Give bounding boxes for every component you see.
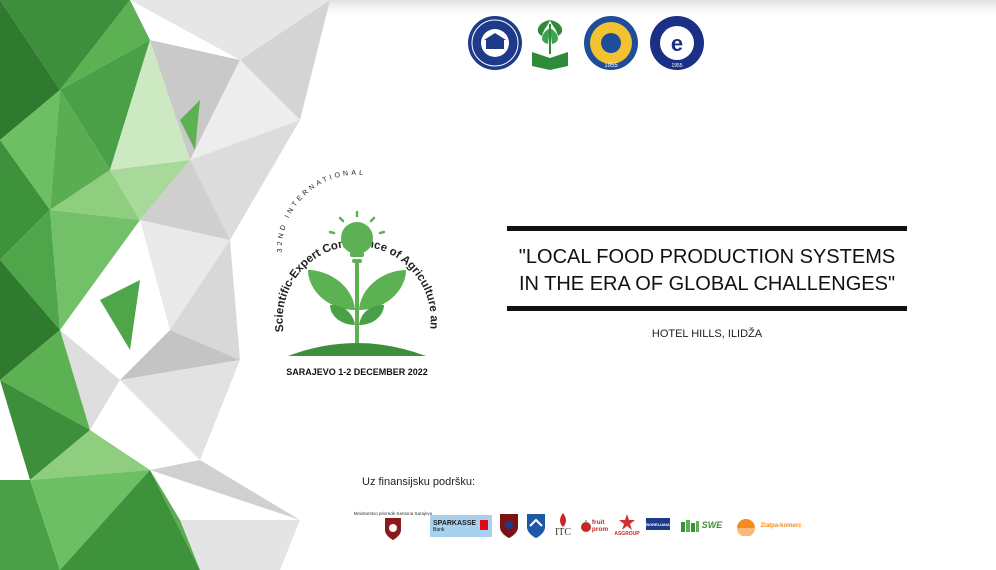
support-label: Uz finansijsku podršku: xyxy=(362,476,476,488)
title-rule-top xyxy=(507,226,907,231)
itc-flame-icon xyxy=(560,512,566,527)
sparkasse-sub: Bank xyxy=(433,526,445,533)
asgroup-star-icon xyxy=(619,514,635,530)
university-sarajevo-logo xyxy=(466,14,524,72)
shield-sponsor-1 xyxy=(498,512,520,540)
municipal-shield-blue-icon xyxy=(527,514,545,538)
ege-university-logo: e 1955 xyxy=(648,14,706,72)
swe-text: SWE xyxy=(701,520,723,530)
asgroup-sponsor: ASGROUP xyxy=(612,510,642,540)
conference-emblem: 32ND INTERNATIONAL Scientific-Expert Con… xyxy=(268,160,440,377)
sparkasse-s-icon xyxy=(480,520,488,530)
municipal-shield-icon xyxy=(500,514,518,538)
ministry-sponsor: Ministarstvo privrede Kantona Sarajevo xyxy=(354,504,432,548)
itc-text: ITC xyxy=(554,526,572,538)
swe-sponsor: SWE xyxy=(674,514,728,536)
canton-shield-icon xyxy=(385,517,401,540)
sparkasse-sponsor: SPARKASSE Bank xyxy=(430,515,492,537)
event-title-line1: "LOCAL FOOD PRODUCTION SYSTEMS xyxy=(518,246,896,268)
svg-text:1955: 1955 xyxy=(671,63,682,69)
fruit-icon xyxy=(580,520,591,532)
boreliana-sponsor: BORELIANA xyxy=(646,518,670,530)
ziraat-fakultesi-logo: 1955 xyxy=(582,14,640,72)
shield-sponsor-2 xyxy=(525,512,547,540)
asgroup-text: ASGROUP xyxy=(614,531,640,537)
title-rule-bottom xyxy=(507,306,907,311)
sparkasse-name: SPARKASSE xyxy=(433,519,477,527)
event-title-line2: IN THE ERA OF GLOBAL CHALLENGES" xyxy=(518,273,896,295)
itc-sponsor: ITC xyxy=(552,510,574,540)
venue: HOTEL HILLS, ILIDŽA xyxy=(651,328,763,340)
prom-text: prom xyxy=(591,526,609,533)
svg-text:1955: 1955 xyxy=(604,63,618,69)
conference-date: SARAJEVO 1-2 DECEMBER 2022 xyxy=(286,367,428,377)
zlatpa-text: Zlatpa-komerc xyxy=(760,523,802,529)
svg-text:e: e xyxy=(671,31,683,56)
boreliana-text: BORELIANA xyxy=(646,521,670,527)
building-icon xyxy=(680,520,699,532)
sun-icon xyxy=(737,519,756,536)
event-title: "LOCAL FOOD PRODUCTION SYSTEMS IN THE ER… xyxy=(507,244,907,298)
fruitprom-sponsor: fruit prom xyxy=(578,514,610,538)
faculty-agriculture-logo xyxy=(528,14,586,72)
zlatpa-sponsor: Zlatpa-komerc xyxy=(732,514,804,538)
fruit-text: fruit xyxy=(591,519,605,526)
